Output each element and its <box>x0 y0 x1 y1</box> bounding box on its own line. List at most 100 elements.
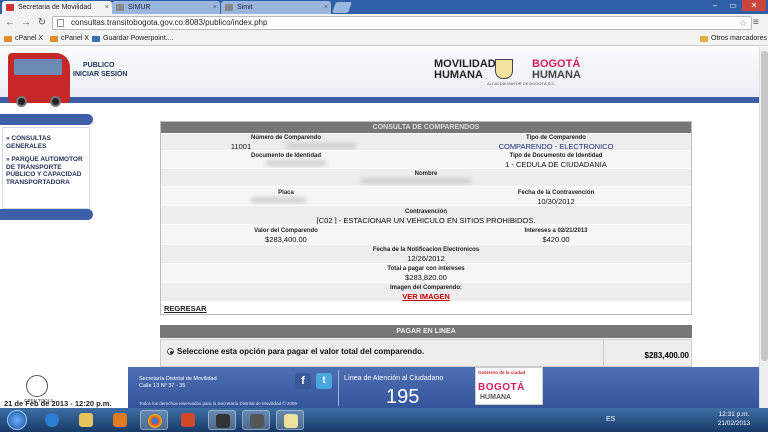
documento-label: Documento de Identidad <box>250 153 321 159</box>
footer-rights: Todos los derechos reservados para la Se… <box>139 401 297 406</box>
close-icon[interactable]: × <box>324 1 328 14</box>
total-value: $283,820.00 <box>405 273 447 282</box>
bookmark-label: Otros marcadores <box>711 35 768 42</box>
bookmark-label: Guardar Powerpoint.... <box>103 35 174 42</box>
notes-icon <box>284 414 298 428</box>
url-text: consultas.transitobogota.gov.co:8083/pub… <box>71 18 268 27</box>
other-bookmarks[interactable]: Otros marcadores <box>700 32 767 46</box>
redacted-name <box>361 178 471 184</box>
page-datetime: 21 de Feb de 2013 - 12:20 p.m. <box>4 399 112 408</box>
ie-icon <box>45 413 59 427</box>
form-row: Valor del Comparendo $283,400.00 Interes… <box>161 224 691 244</box>
form-row: Documento de Identidad Tipo de Documento… <box>161 150 691 169</box>
bookmark-star-icon[interactable]: ☆ <box>739 17 747 29</box>
taskbar-app2[interactable] <box>242 410 270 430</box>
back-arrow-icon[interactable]: ← <box>3 16 17 30</box>
facebook-icon[interactable]: f <box>295 373 311 389</box>
web-page: PUBLICO INICIAR SESIÓN MOVILIDAD HUMANA … <box>0 47 768 408</box>
bookmarks-bar: cPanel X cPanel X Guardar Powerpoint....… <box>0 32 768 46</box>
tipo-comparendo-label: Tipo de Comparendo <box>526 135 586 141</box>
bogota-humana-logo: BOGOTÁ HUMANA <box>532 59 581 81</box>
maximize-button[interactable]: ▭ <box>724 0 742 11</box>
app-icon <box>250 414 264 428</box>
taskbar-app3[interactable] <box>276 410 304 430</box>
pagar-option[interactable]: Seleccione esta opción para pagar el val… <box>167 347 424 356</box>
pagar-total: $283,400.00 <box>603 339 692 367</box>
alcaldia-seal-icon <box>495 59 513 79</box>
browser-toolbar: ← → ↻ consultas.transitobogota.gov.co:80… <box>0 14 768 32</box>
redacted-document <box>266 160 326 166</box>
radio-button[interactable] <box>167 348 174 355</box>
tab-secretaria[interactable]: Secretaria de Movilidad × <box>2 1 112 14</box>
form-header: CONSULTA DE COMPARENDOS <box>161 122 691 133</box>
tab-label: Simit <box>237 4 253 11</box>
forward-arrow-icon[interactable]: → <box>19 16 33 30</box>
logo-line: HUMANA <box>434 69 483 81</box>
close-window-button[interactable]: ✕ <box>742 0 766 11</box>
twitter-icon[interactable]: t <box>316 373 332 389</box>
system-clock[interactable]: 12:31 p.m. 21/02/2013 <box>712 410 756 428</box>
notificacion-label: Fecha de la Notificacion Electronicos <box>372 247 480 253</box>
scrollbar[interactable] <box>759 47 768 408</box>
numero-label: Número de Comparendo <box>250 135 321 141</box>
start-button[interactable] <box>2 408 32 432</box>
windows-taskbar <box>0 408 768 432</box>
bookmark-guardar[interactable]: Guardar Powerpoint.... <box>92 32 173 46</box>
sidebar-item-consultas[interactable]: » CONSULTAS GENERALES <box>6 135 76 150</box>
comparendo-form: CONSULTA DE COMPARENDOS Número de Compar… <box>160 121 692 315</box>
link-iniciar-sesion[interactable]: INICIAR SESIÓN <box>73 70 127 79</box>
movilidad-humana-logo: MOVILIDAD HUMANA <box>434 59 496 81</box>
intereses-value: $420.00 <box>542 235 570 244</box>
taskbar-app1[interactable] <box>208 410 236 430</box>
form-row: Imagen del Comparendo: VER IMAGEN <box>161 282 691 301</box>
reload-icon[interactable]: ↻ <box>35 16 49 30</box>
taskbar-powerpoint[interactable] <box>174 410 202 430</box>
cpanel-icon <box>50 36 58 42</box>
site-footer: Secretaría Distrital de Movilidad Calle … <box>128 367 768 408</box>
valor-label: Valor del Comparendo <box>254 228 318 234</box>
footer-line: Calle 13 Nº 37 - 35 <box>139 383 186 389</box>
gob-line: Gobierno de la ciudad <box>478 370 526 375</box>
regresar-link[interactable]: REGRESAR <box>164 304 207 313</box>
language-indicator[interactable]: ES <box>606 408 615 432</box>
footer-address: Secretaría Distrital de Movilidad Calle … <box>139 376 217 390</box>
sidebar-item-parque[interactable]: » PARQUE AUTOMOTOR DE TRANSPORTE PÚBLICO… <box>6 156 84 186</box>
tab-simit[interactable]: Simit × <box>221 1 331 14</box>
bookmark-cpanel-2[interactable]: cPanel X <box>50 32 89 46</box>
pagar-option-label: Seleccione esta opción para pagar el val… <box>177 347 425 356</box>
redacted-number <box>286 143 356 149</box>
close-icon[interactable]: × <box>105 1 109 14</box>
wrench-menu-icon[interactable]: ≡ <box>753 16 765 30</box>
taskbar-chrome[interactable] <box>140 410 168 430</box>
nombre-label: Nombre <box>414 171 438 177</box>
sidebar-top-bar <box>0 114 93 125</box>
placa-label: Placa <box>278 190 294 196</box>
footer-separator <box>338 370 339 406</box>
taskbar-explorer[interactable] <box>72 410 100 430</box>
bookmark-label: cPanel X <box>61 35 90 42</box>
sidebar-item-label: PARQUE AUTOMOTOR DE TRANSPORTE PÚBLICO Y… <box>6 156 83 186</box>
pagar-header: PAGAR EN LINEA <box>160 325 692 338</box>
close-icon[interactable]: × <box>213 1 217 14</box>
new-tab-button[interactable] <box>331 2 353 13</box>
fecha-contravencion-label: Fecha de la Contravención <box>517 190 595 196</box>
taskbar-media[interactable] <box>106 410 134 430</box>
powerpoint-icon <box>181 413 195 427</box>
notificacion-value: 12/26/2012 <box>407 254 445 263</box>
favicon-icon <box>116 4 124 11</box>
seal-caption: ALCALDÍA MAYOR DE BOGOTÁ D.C. <box>487 81 556 86</box>
folder-icon <box>700 36 708 42</box>
scrollbar-thumb[interactable] <box>761 51 768 361</box>
link-publico[interactable]: PUBLICO <box>73 61 127 70</box>
taskbar-ie[interactable] <box>38 410 66 430</box>
cpanel-icon <box>4 36 12 42</box>
bus-wheel <box>16 96 27 107</box>
bookmark-page-icon <box>92 36 100 42</box>
tab-simur[interactable]: SIMUR × <box>112 1 220 14</box>
ver-imagen-link[interactable]: VER IMAGEN <box>402 292 450 301</box>
address-bar[interactable]: consultas.transitobogota.gov.co:8083/pub… <box>52 16 752 30</box>
bookmark-cpanel-1[interactable]: cPanel X <box>4 32 43 46</box>
bookmark-label: cPanel X <box>15 35 44 42</box>
form-row: Fecha de la Notificacion Electronicos 12… <box>161 244 691 263</box>
minimize-button[interactable]: – <box>706 0 724 11</box>
